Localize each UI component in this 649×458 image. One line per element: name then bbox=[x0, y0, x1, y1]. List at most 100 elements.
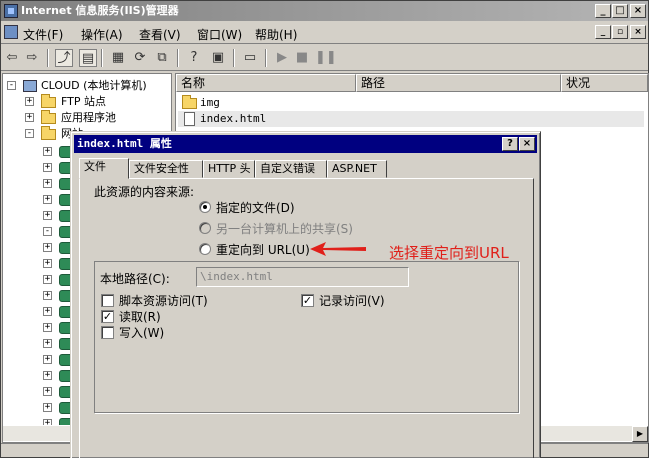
menu-file[interactable]: 文件(F) bbox=[23, 26, 63, 43]
expand-icon[interactable]: + bbox=[43, 259, 52, 268]
expand-icon[interactable]: + bbox=[43, 211, 52, 220]
tree-label: CLOUD (本地计算机) bbox=[41, 79, 147, 92]
expand-icon[interactable]: + bbox=[25, 113, 34, 122]
maximize-button[interactable]: □ bbox=[612, 4, 628, 18]
folder-icon bbox=[41, 110, 56, 124]
expand-icon[interactable]: + bbox=[43, 243, 52, 252]
annotation-text: 选择重定向到URL bbox=[389, 244, 509, 262]
collapse-icon[interactable]: - bbox=[7, 81, 16, 90]
title-bar: Internet 信息服务(IIS)管理器 _ □ × bbox=[1, 1, 648, 21]
mdi-minimize-button[interactable]: _ bbox=[595, 25, 611, 39]
column-header-status[interactable]: 状况 bbox=[561, 74, 648, 92]
window-title: Internet 信息服务(IIS)管理器 bbox=[21, 4, 179, 17]
back-arrow-icon[interactable]: ⇦ bbox=[3, 49, 21, 67]
list-item[interactable]: img bbox=[178, 95, 644, 111]
dialog-help-button[interactable]: ? bbox=[502, 137, 518, 151]
export-list-icon[interactable]: ⧉ bbox=[153, 49, 171, 67]
expand-icon[interactable]: + bbox=[43, 195, 52, 204]
computer-icon[interactable]: ▭ bbox=[241, 49, 259, 67]
show-tree-icon[interactable]: ▤ bbox=[79, 49, 97, 67]
dialog-close-button[interactable]: × bbox=[519, 137, 535, 151]
tab-custom-errors[interactable]: 自定义错误 bbox=[255, 160, 327, 178]
local-path-group: 本地路径(C): \index.html 脚本资源访问(T) ✓ 读取(R) 写… bbox=[94, 261, 519, 413]
properties-icon[interactable]: ▦ bbox=[109, 49, 127, 67]
help-icon[interactable]: ? bbox=[185, 49, 203, 67]
start-icon[interactable]: ▶ bbox=[273, 49, 291, 67]
local-path-field: \index.html bbox=[196, 267, 409, 287]
toolbar-separator bbox=[177, 49, 179, 67]
script-source-access-label[interactable]: 脚本资源访问(T) bbox=[119, 292, 208, 309]
expand-icon[interactable]: + bbox=[43, 179, 52, 188]
list-item-name: index.html bbox=[200, 112, 267, 125]
file-icon bbox=[184, 112, 195, 126]
collapse-icon[interactable]: - bbox=[43, 227, 52, 236]
scroll-right-icon[interactable]: ▶ bbox=[632, 426, 648, 442]
refresh-icon[interactable]: ⟳ bbox=[131, 49, 149, 67]
radio-specified-file-label[interactable]: 指定的文件(D) bbox=[216, 199, 295, 216]
expand-icon[interactable]: + bbox=[25, 97, 34, 106]
tab-file[interactable]: 文件 bbox=[79, 158, 129, 179]
minimize-button[interactable]: _ bbox=[595, 4, 611, 18]
menu-bar: 文件(F) 操作(A) 查看(V) 窗口(W) 帮助(H) _ ▫ × bbox=[1, 22, 648, 44]
expand-icon[interactable]: + bbox=[43, 371, 52, 380]
tab-http-headers[interactable]: HTTP 头 bbox=[203, 160, 255, 178]
menu-window[interactable]: 窗口(W) bbox=[197, 26, 242, 43]
toolbar-separator bbox=[47, 49, 49, 67]
expand-icon[interactable]: + bbox=[43, 339, 52, 348]
log-visits-checkbox[interactable]: ✓ bbox=[301, 294, 314, 307]
iis-app-icon bbox=[4, 4, 18, 18]
read-checkbox[interactable]: ✓ bbox=[101, 310, 114, 323]
toolbar: ⇦ ⇨ ⤴ ▤ ▦ ⟳ ⧉ ? ▣ ▭ ▶ ■ ❚❚ bbox=[1, 45, 648, 71]
forward-arrow-icon[interactable]: ⇨ bbox=[23, 49, 41, 67]
expand-icon[interactable]: + bbox=[43, 307, 52, 316]
list-item-name: img bbox=[200, 96, 220, 109]
menu-action[interactable]: 操作(A) bbox=[81, 26, 123, 43]
folder-icon bbox=[41, 126, 56, 140]
mdi-close-button[interactable]: × bbox=[630, 25, 646, 39]
radio-redirect-url-label[interactable]: 重定向到 URL(U) bbox=[216, 241, 310, 258]
folder-icon bbox=[41, 94, 56, 108]
expand-icon[interactable]: + bbox=[43, 323, 52, 332]
computer-icon bbox=[23, 80, 37, 92]
tab-file-security[interactable]: 文件安全性 bbox=[129, 160, 203, 178]
tab-panel-file: 此资源的内容来源: 指定的文件(D) 另一台计算机上的共享(S) 重定向到 UR… bbox=[79, 178, 534, 458]
toolbar-separator bbox=[101, 49, 103, 67]
expand-icon[interactable]: + bbox=[43, 355, 52, 364]
annotation-arrow-icon bbox=[310, 242, 366, 256]
menu-help[interactable]: 帮助(H) bbox=[255, 26, 297, 43]
tab-aspnet[interactable]: ASP.NET bbox=[327, 160, 387, 178]
toolbar-separator bbox=[265, 49, 267, 67]
log-visits-label[interactable]: 记录访问(V) bbox=[319, 292, 385, 309]
radio-network-share-label: 另一台计算机上的共享(S) bbox=[216, 222, 353, 236]
expand-icon[interactable]: + bbox=[43, 163, 52, 172]
expand-icon[interactable]: + bbox=[43, 291, 52, 300]
dialog-title-bar: index.html 属性 ? × bbox=[74, 135, 537, 153]
stop-icon[interactable]: ■ bbox=[293, 49, 311, 67]
script-source-access-checkbox[interactable] bbox=[101, 294, 114, 307]
write-checkbox[interactable] bbox=[101, 326, 114, 339]
mdi-restore-button[interactable]: ▫ bbox=[612, 25, 628, 39]
read-label[interactable]: 读取(R) bbox=[119, 308, 161, 325]
list-item[interactable]: index.html bbox=[178, 111, 644, 127]
up-level-icon[interactable]: ⤴ bbox=[55, 49, 73, 67]
expand-icon[interactable]: + bbox=[43, 403, 52, 412]
expand-icon[interactable]: + bbox=[43, 275, 52, 284]
collapse-icon[interactable]: - bbox=[25, 129, 34, 138]
expand-icon[interactable]: + bbox=[43, 387, 52, 396]
write-label[interactable]: 写入(W) bbox=[119, 324, 164, 341]
expand-icon[interactable]: + bbox=[43, 147, 52, 156]
mmc-document-icon[interactable] bbox=[4, 25, 18, 39]
column-header-name[interactable]: 名称 bbox=[176, 74, 356, 92]
pause-icon[interactable]: ❚❚ bbox=[315, 49, 337, 67]
tree-label: 应用程序池 bbox=[61, 111, 116, 124]
radio-redirect-url[interactable] bbox=[199, 243, 211, 255]
properties-dialog: index.html 属性 ? × 文件 文件安全性 HTTP 头 自定义错误 … bbox=[70, 131, 541, 458]
menu-view[interactable]: 查看(V) bbox=[139, 26, 181, 43]
dialog-title: index.html 属性 bbox=[77, 137, 172, 150]
column-header-path[interactable]: 路径 bbox=[356, 74, 561, 92]
show-pane-icon[interactable]: ▣ bbox=[209, 49, 227, 67]
local-path-label: 本地路径(C): bbox=[100, 272, 170, 286]
close-button[interactable]: × bbox=[630, 4, 646, 18]
radio-specified-file[interactable] bbox=[199, 201, 211, 213]
radio-network-share bbox=[199, 222, 211, 234]
